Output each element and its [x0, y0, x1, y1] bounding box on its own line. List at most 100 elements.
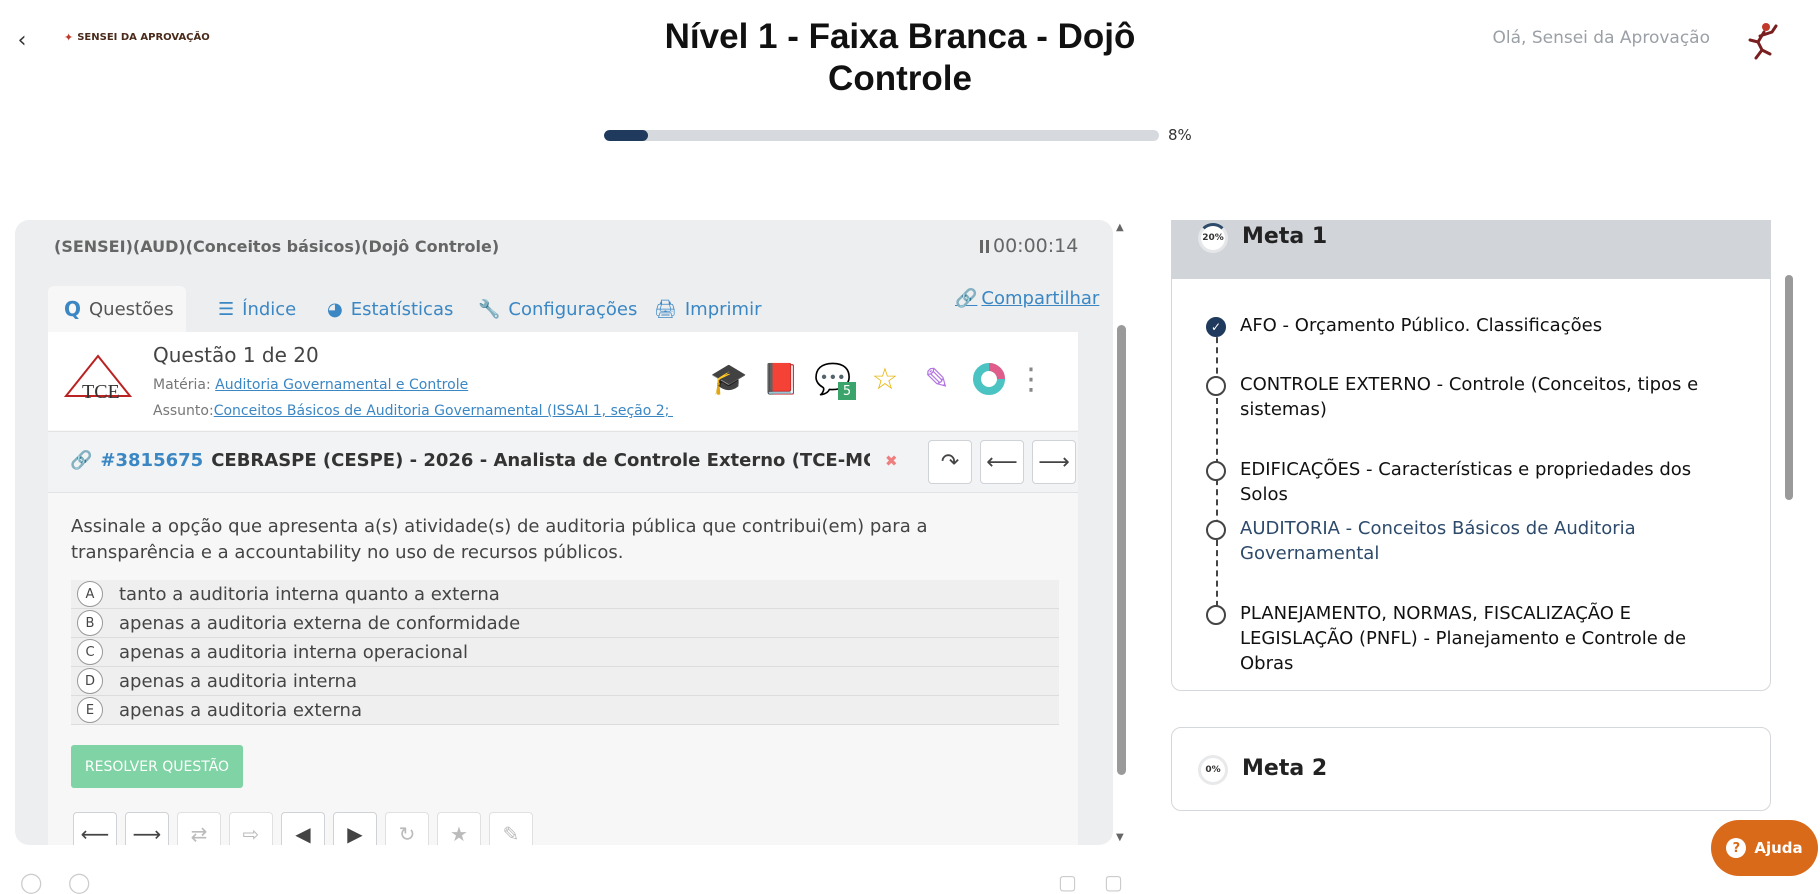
- option-letter[interactable]: C: [77, 639, 103, 665]
- previous-button[interactable]: ⟵: [73, 812, 117, 845]
- tab-label: Imprimir: [684, 298, 762, 320]
- option-letter[interactable]: D: [77, 668, 103, 694]
- tab-imprimir[interactable]: 🖨 Imprimir: [638, 286, 777, 332]
- back-button[interactable]: ‹: [10, 27, 34, 53]
- triangle-left-icon: ◀: [295, 822, 311, 845]
- question-id[interactable]: #3815675: [100, 450, 203, 471]
- book-icon[interactable]: 📕: [758, 356, 804, 402]
- ninja-logo-icon: ✦: [64, 31, 74, 44]
- play-back-button[interactable]: ◀: [281, 812, 325, 845]
- timeline-dot: [1206, 376, 1226, 396]
- meta-item-active[interactable]: AUDITORIA - Conceitos Básicos de Auditor…: [1240, 516, 1740, 566]
- list-icon: ☰: [218, 298, 235, 320]
- meta-item[interactable]: CONTROLE EXTERNO - Controle (Conceitos, …: [1240, 372, 1740, 422]
- option-letter[interactable]: A: [77, 581, 103, 607]
- solve-question-button[interactable]: RESOLVER QUESTÃO: [71, 745, 243, 788]
- tab-label: Índice: [242, 298, 297, 320]
- tab-indice[interactable]: ☰ Índice: [202, 286, 312, 332]
- printer-icon: 🖨: [654, 298, 677, 320]
- question-statement: Assinale a opção que apresenta a(s) ativ…: [71, 516, 928, 563]
- user-greeting: Olá, Sensei da Aprovação: [1492, 28, 1711, 48]
- pencil-icon[interactable]: ✎: [914, 356, 960, 402]
- svg-text:TCE: TCE: [82, 381, 120, 403]
- option-letter[interactable]: E: [77, 697, 103, 723]
- first-page-icon[interactable]: ◯: [20, 870, 42, 894]
- share-link[interactable]: 🔗 Compartilhar: [955, 288, 1099, 309]
- meta-item[interactable]: PLANEJAMENTO, NORMAS, FISCALIZAÇÃO E LEG…: [1240, 601, 1740, 676]
- question-source: CEBRASPE (CESPE) - 2026 - Analista de Co…: [211, 450, 870, 471]
- star-icon[interactable]: ☆: [862, 356, 908, 402]
- question-header: TCE Questão 1 de 20 Matéria: Auditoria G…: [48, 332, 1078, 430]
- more-options-icon[interactable]: ⋮: [1008, 356, 1054, 402]
- option-text[interactable]: apenas a auditoria externa: [119, 700, 362, 721]
- previous-question-button[interactable]: ⟵: [980, 440, 1024, 484]
- edit-button[interactable]: ✎: [489, 812, 533, 845]
- arrow-left-icon: ⟵: [986, 449, 1018, 475]
- next-question-button[interactable]: ⟶: [1032, 440, 1076, 484]
- option-c[interactable]: C apenas a auditoria interna operacional: [71, 638, 1059, 667]
- comments-count-badge: 5: [838, 382, 856, 400]
- progress-percent: 8%: [1168, 126, 1192, 144]
- expand-icon[interactable]: ▢: [1104, 870, 1123, 894]
- donut-chart-icon[interactable]: [966, 356, 1012, 402]
- option-text[interactable]: apenas a auditoria interna: [119, 671, 357, 692]
- favorite-button[interactable]: ★: [437, 812, 481, 845]
- tab-label: Questões: [89, 298, 174, 320]
- meta-item[interactable]: AFO - Orçamento Público. Classificações: [1240, 313, 1740, 338]
- tab-questoes[interactable]: Q Questões: [48, 286, 186, 332]
- arrow-left-icon: ⟵: [80, 822, 110, 845]
- jump-icon: ⇨: [242, 822, 260, 845]
- link-icon[interactable]: 🔗: [70, 450, 92, 471]
- graduation-cap-icon[interactable]: 🎓: [706, 356, 752, 402]
- option-text[interactable]: apenas a auditoria interna operacional: [119, 642, 468, 663]
- last-page-icon[interactable]: ◯: [68, 870, 90, 894]
- tab-configuracoes[interactable]: 🔧 Configurações: [462, 286, 653, 332]
- redirect-button[interactable]: ↷: [928, 440, 972, 484]
- option-text[interactable]: apenas a auditoria externa de conformida…: [119, 613, 520, 634]
- arrow-right-icon: ⟶: [1038, 449, 1070, 475]
- close-icon[interactable]: ✖: [885, 452, 898, 470]
- option-d[interactable]: D apenas a auditoria interna: [71, 667, 1059, 696]
- jump-to-button[interactable]: ⇨: [229, 812, 273, 845]
- shuffle-icon: ⇄: [190, 822, 208, 845]
- timeline-dot: [1206, 461, 1226, 481]
- question-number: Questão 1 de 20: [153, 343, 319, 367]
- sidebar-scrollbar-thumb[interactable]: [1785, 275, 1793, 500]
- tab-estatisticas[interactable]: ◕ Estatísticas: [311, 286, 469, 332]
- meta-2-title[interactable]: Meta 2: [1242, 756, 1327, 781]
- avatar[interactable]: [1740, 20, 1780, 60]
- q-icon: Q: [64, 297, 82, 321]
- pie-chart-icon: ◕: [327, 298, 343, 320]
- scroll-down-icon[interactable]: ▼: [1116, 832, 1124, 843]
- scroll-up-icon[interactable]: ▲: [1116, 222, 1124, 233]
- question-panel-scrollbar[interactable]: ▲ ▼: [1114, 220, 1128, 845]
- scrollbar-thumb[interactable]: [1117, 325, 1126, 775]
- logo[interactable]: ✦ SENSEI DA APROVAÇÃO: [64, 31, 210, 44]
- tce-logo: TCE: [63, 350, 136, 404]
- help-button[interactable]: ? Ajuda: [1711, 820, 1818, 876]
- wrench-icon: 🔧: [478, 298, 501, 320]
- reset-button[interactable]: ↻: [385, 812, 429, 845]
- next-button[interactable]: ⟶: [125, 812, 169, 845]
- timer[interactable]: 00:00:14: [980, 235, 1078, 257]
- chevron-left-icon: ‹: [17, 27, 27, 53]
- meta-1-title[interactable]: Meta 1: [1242, 224, 1327, 249]
- question-body: Assinale a opção que apresenta a(s) ativ…: [48, 494, 1078, 845]
- option-b[interactable]: B apenas a auditoria externa de conformi…: [71, 609, 1059, 638]
- notebook-title: (SENSEI)(AUD)(Conceitos básicos)(Dojô Co…: [54, 237, 500, 256]
- pause-icon[interactable]: [980, 239, 989, 253]
- timeline-check-icon: ✓: [1206, 317, 1226, 337]
- option-a[interactable]: A tanto a auditoria interna quanto a ext…: [71, 580, 1059, 609]
- play-forward-button[interactable]: ▶: [333, 812, 377, 845]
- meta-item[interactable]: EDIFICAÇÕES - Características e propried…: [1240, 457, 1740, 507]
- comments-icon[interactable]: 💬 5: [810, 356, 856, 402]
- question-reference: 🔗 #3815675 CEBRASPE (CESPE) - 2026 - Ana…: [70, 450, 870, 471]
- fullscreen-icon[interactable]: ▢: [1058, 870, 1077, 894]
- option-letter[interactable]: B: [77, 610, 103, 636]
- option-text[interactable]: tanto a auditoria interna quanto a exter…: [119, 584, 500, 605]
- option-e[interactable]: E apenas a auditoria externa: [71, 696, 1059, 725]
- shuffle-button[interactable]: ⇄: [177, 812, 221, 845]
- timeline-dot: [1206, 520, 1226, 540]
- materia-link[interactable]: Auditoria Governamental e Controle: [215, 377, 468, 393]
- assunto-link[interactable]: Conceitos Básicos de Auditoria Govername…: [214, 403, 673, 419]
